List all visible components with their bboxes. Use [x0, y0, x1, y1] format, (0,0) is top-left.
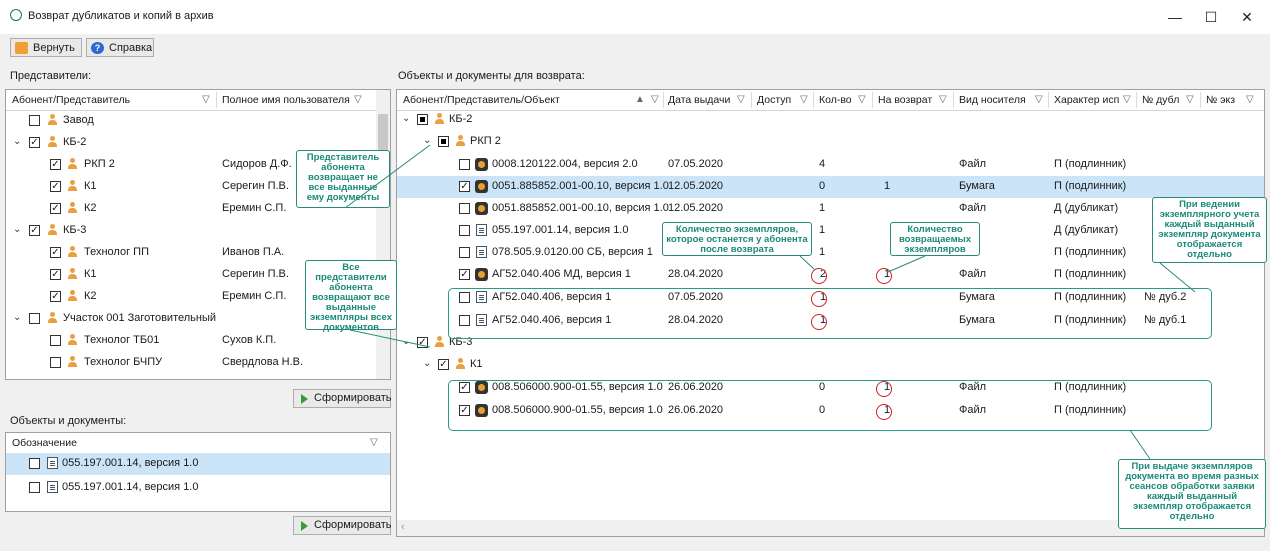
callout-pointers	[344, 144, 1196, 460]
